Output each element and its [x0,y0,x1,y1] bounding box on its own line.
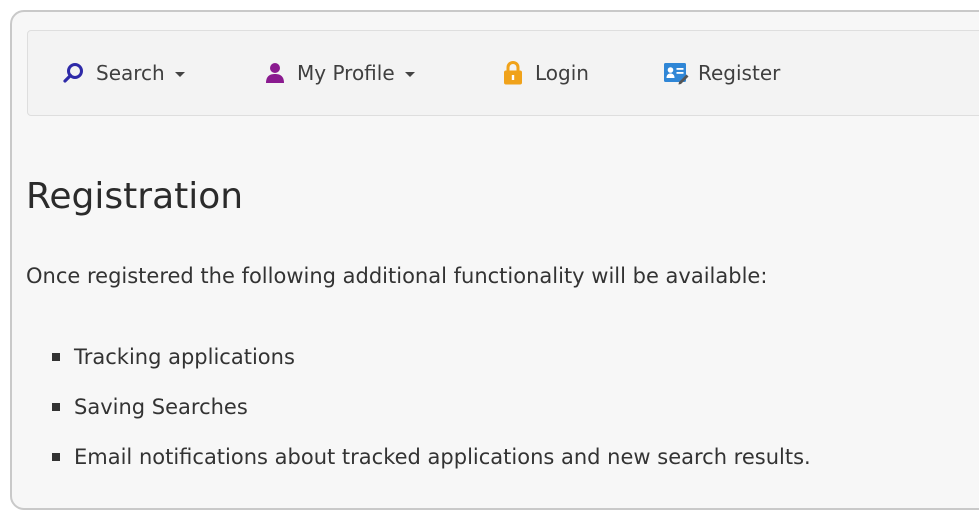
nav-my-profile-dropdown[interactable]: My Profile [261,31,415,115]
nav-login-label: Login [535,61,589,85]
nav-register-link[interactable]: Register [662,31,780,115]
nav-search-dropdown[interactable]: Search [60,31,185,115]
page-title: Registration [26,176,244,217]
feature-list: Tracking applications Saving Searches Em… [52,332,811,482]
nav-register-label: Register [698,61,781,85]
search-icon [60,59,88,87]
lock-icon [499,59,527,87]
intro-text: Once registered the following additional… [26,264,768,288]
user-icon [261,59,289,87]
chevron-down-icon [404,71,415,77]
list-item: Saving Searches [52,382,811,432]
nav-search-label: Search [96,61,165,85]
nav-login-link[interactable]: Login [499,31,589,115]
feature-text: Email notifications about tracked applic… [74,445,811,469]
chevron-down-icon [174,71,185,77]
bullet-square [52,403,60,411]
nav-my-profile-label: My Profile [297,61,395,85]
bullet-square [52,453,60,461]
feature-text: Tracking applications [74,345,295,369]
feature-text: Saving Searches [74,395,248,419]
list-item: Tracking applications [52,332,811,382]
bullet-square [52,353,60,361]
list-item: Email notifications about tracked applic… [52,432,811,482]
register-card-icon [662,59,690,87]
top-navbar: Search My Profile Login Register [27,30,979,116]
